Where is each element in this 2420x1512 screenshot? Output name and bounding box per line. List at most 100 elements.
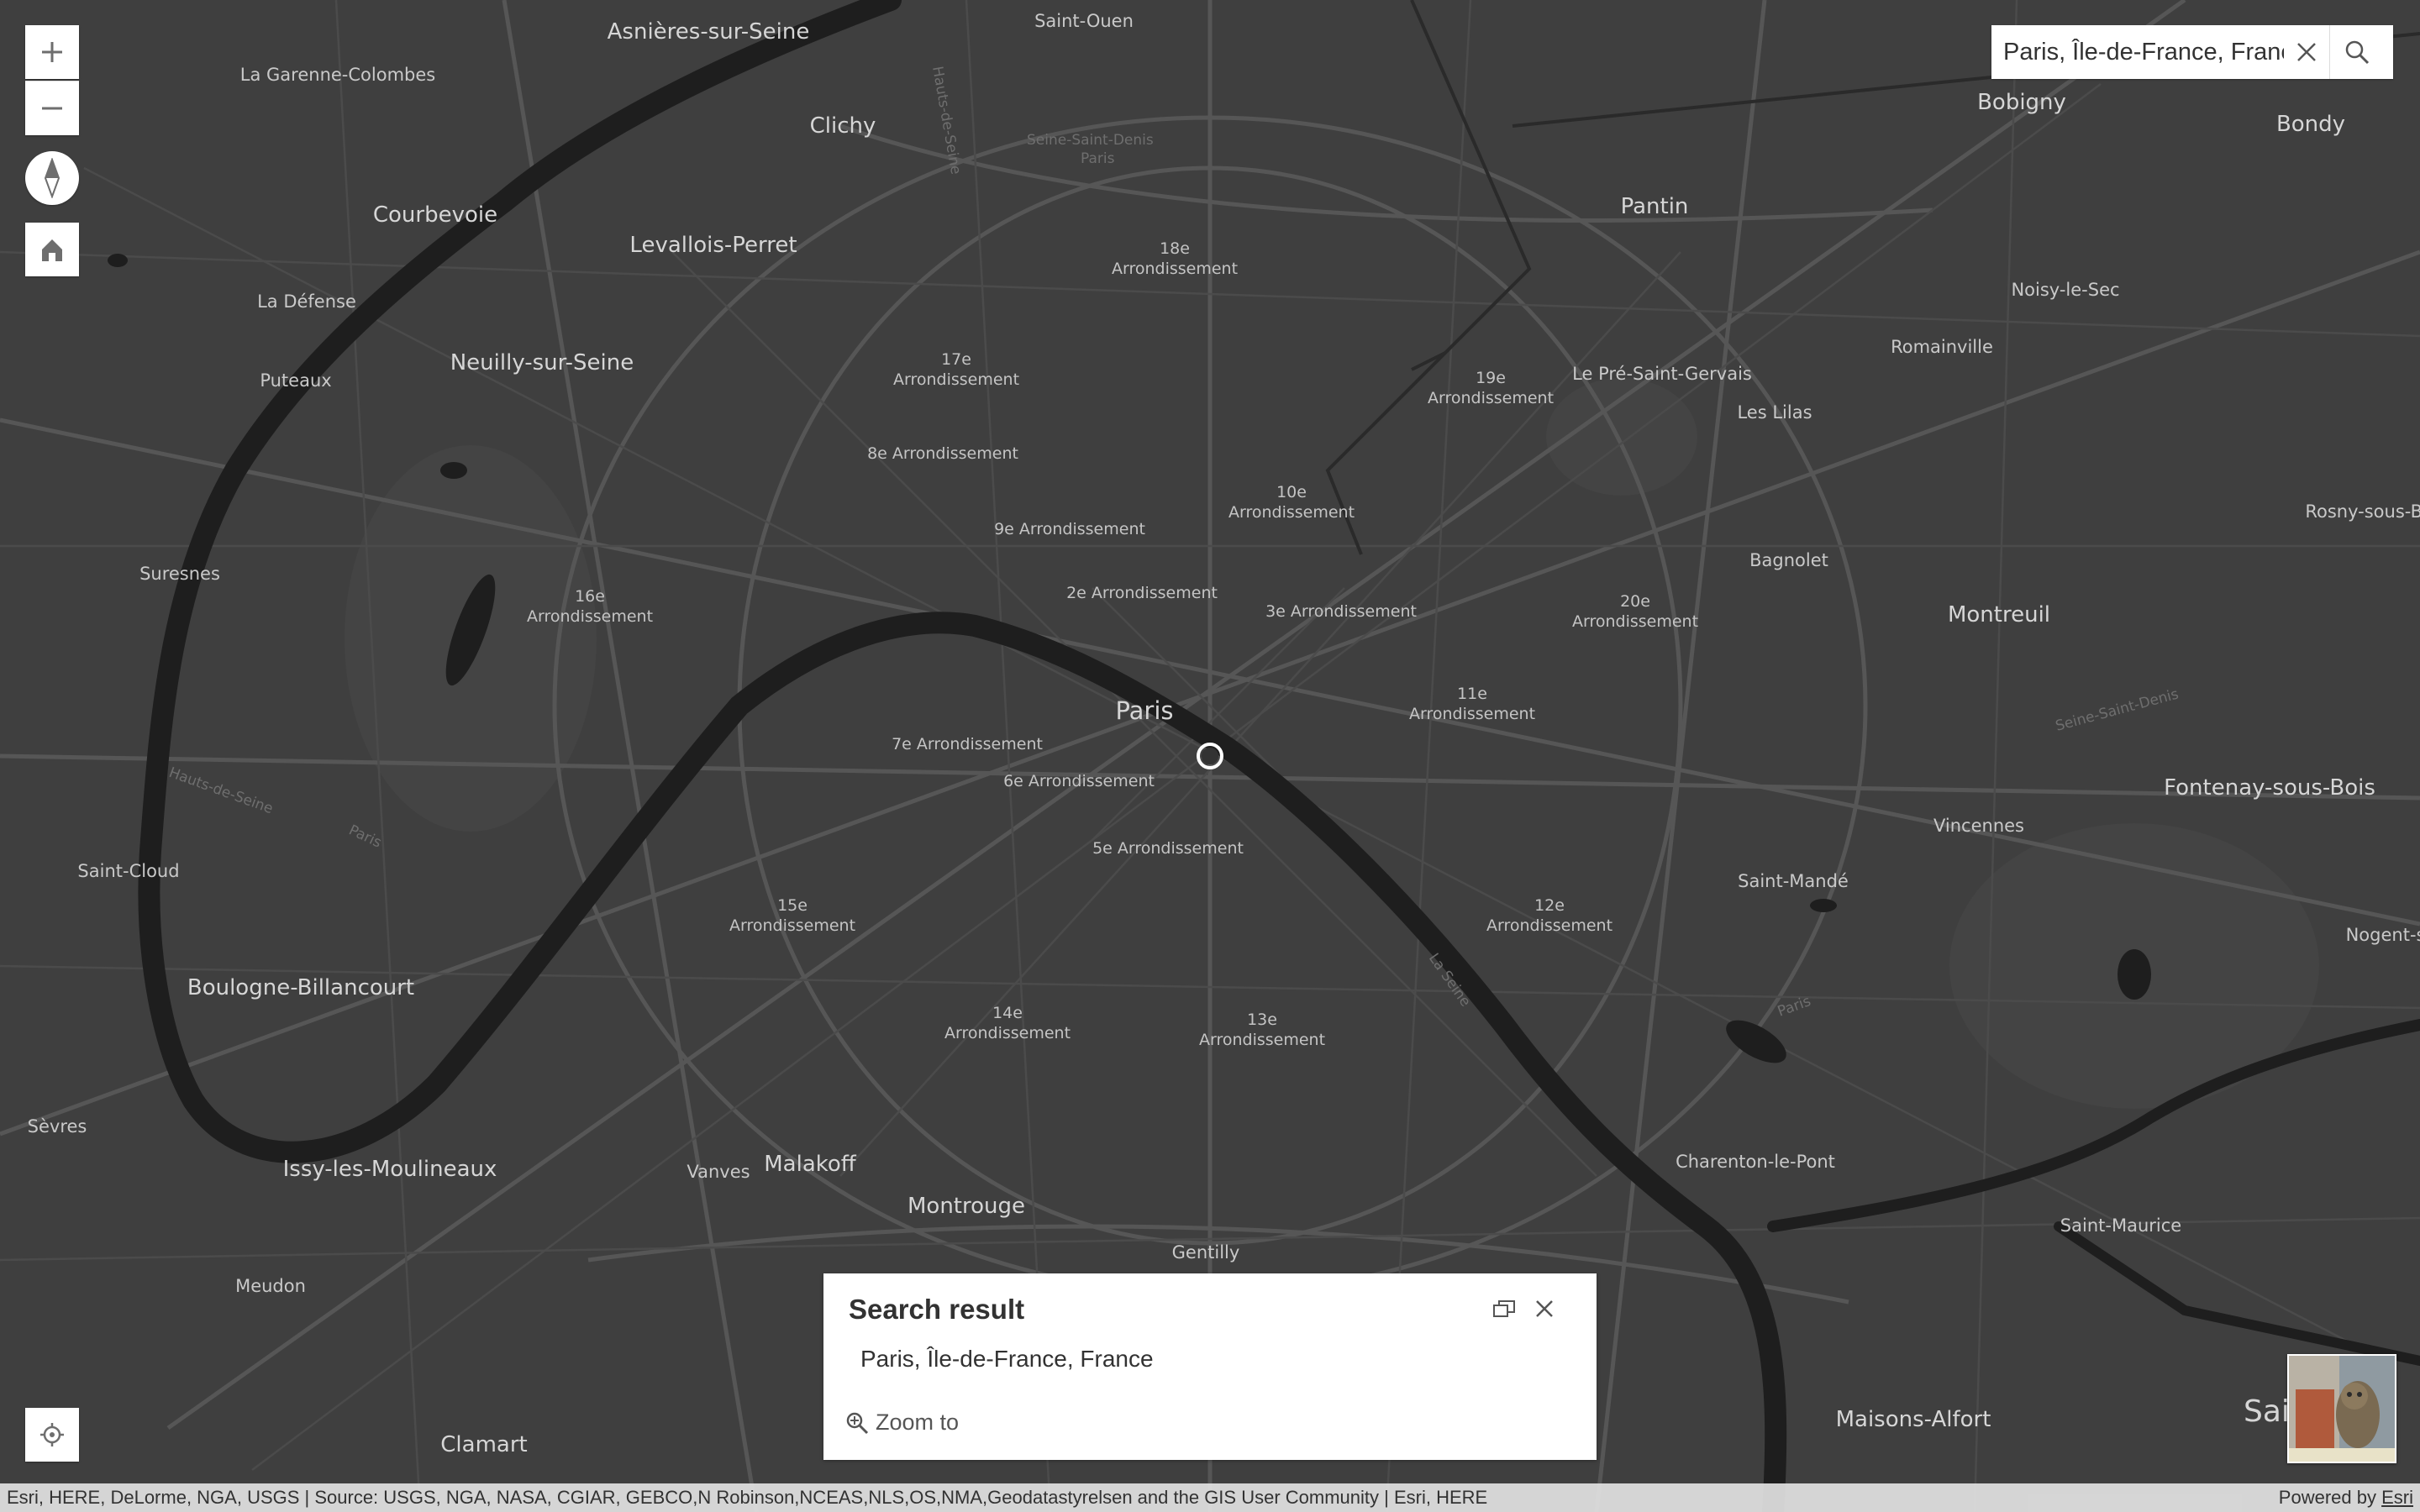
arr-label: Arrondissement [944, 1024, 1071, 1042]
arr-label: Arrondissement [1199, 1031, 1325, 1049]
place-label: Saint-Maurice [2060, 1215, 2181, 1236]
place-label: Bobigny [1977, 90, 2066, 115]
search-clear-button[interactable] [2284, 25, 2329, 79]
arr-label: 8e Arrondissement [867, 444, 1018, 463]
arr-label: 6e Arrondissement [1003, 772, 1155, 790]
arr-label: 19e [1476, 369, 1506, 387]
zoom-in-button[interactable] [25, 25, 79, 79]
arr-label: 10e [1276, 483, 1307, 501]
locate-button[interactable] [25, 1408, 79, 1462]
place-label: Vanves [687, 1162, 750, 1182]
compass-button[interactable] [25, 151, 79, 205]
place-label: Bagnolet [1749, 550, 1828, 570]
boundary-label: Seine-Saint-Denis [1027, 132, 1154, 149]
place-label: Montreuil [1948, 602, 2050, 627]
place-label: Meudon [235, 1276, 306, 1296]
arr-label: 17e [941, 350, 971, 369]
place-label: Fontenay-sous-Bois [2164, 775, 2375, 801]
arr-label: Arrondissement [729, 916, 855, 935]
place-label: Saint-Cloud [77, 861, 179, 881]
place-label: Boulogne-Billancourt [187, 975, 414, 1000]
arr-label: 15e [777, 896, 808, 915]
boundary-label: Paris [1081, 150, 1115, 167]
location-marker-dot [1202, 748, 1218, 764]
arr-label: 16e [575, 587, 605, 606]
place-label: Levallois-Perret [629, 233, 797, 258]
place-label: Charenton-le-Pont [1676, 1152, 1835, 1172]
popup-title: Search result [849, 1294, 1025, 1325]
arr-label: 2e Arrondissement [1066, 584, 1218, 602]
place-label: Issy-les-Moulineaux [283, 1157, 497, 1182]
search-widget [1991, 25, 2393, 79]
search-input[interactable] [2003, 38, 2284, 66]
arr-label: Arrondissement [1486, 916, 1612, 935]
arr-label: Arrondissement [1409, 705, 1535, 723]
zoom-out-button[interactable] [25, 81, 79, 135]
arr-label: Arrondissement [893, 370, 1019, 389]
popup-content: Paris, Île-de-France, France [860, 1346, 1154, 1372]
place-label: Rosny-sous-Bois [2305, 501, 2420, 522]
place-label: Neuilly-sur-Seine [450, 350, 634, 375]
close-icon [1536, 1300, 1553, 1317]
place-label: Bondy [2276, 112, 2345, 137]
place-label: Clichy [810, 113, 876, 139]
minus-icon [42, 107, 62, 110]
place-label: Gentilly [1172, 1242, 1240, 1263]
popup-close-button[interactable] [1526, 1290, 1563, 1327]
arr-label: Arrondissement [527, 607, 653, 626]
place-label: Asnières-sur-Seine [608, 19, 810, 45]
arr-label: 5e Arrondissement [1092, 839, 1244, 858]
home-icon [42, 239, 62, 261]
attribution-bar: Esri, HERE, DeLorme, NGA, USGS | Source:… [0, 1483, 2420, 1512]
arr-label: Arrondissement [1112, 260, 1238, 278]
basemap-thumbnail-icon [2289, 1356, 2395, 1462]
basemap-toggle-button[interactable] [2287, 1354, 2396, 1463]
popup-dock-button[interactable] [1486, 1290, 1523, 1327]
arr-label: 13e [1247, 1011, 1277, 1029]
arr-label: 14e [992, 1004, 1023, 1022]
arr-label: 12e [1534, 896, 1565, 915]
place-label: Courbevoie [373, 202, 497, 228]
arr-label: Arrondissement [1572, 612, 1698, 631]
place-label: La Garenne-Colombes [240, 65, 435, 85]
attribution-text: Esri, HERE, DeLorme, NGA, USGS | Source:… [7, 1487, 1488, 1508]
place-label: Saint-Mandé [1738, 871, 1849, 891]
place-label: Romainville [1891, 337, 1993, 357]
place-label: La Défense [257, 291, 356, 312]
search-result-popup: Search result Paris, Île-de-France, Fran… [823, 1273, 1597, 1460]
place-label: Nogent-sur [2346, 925, 2420, 945]
place-label: Maisons-Alfort [1836, 1407, 1991, 1432]
close-icon [2297, 43, 2316, 61]
arr-label: 7e Arrondissement [892, 735, 1043, 753]
arr-label: 9e Arrondissement [994, 520, 1145, 538]
place-label: Les Lilas [1737, 402, 1812, 423]
arr-label: Arrondissement [1228, 503, 1355, 522]
zoom-in-magnifier-icon [846, 1412, 869, 1434]
compass-icon [44, 158, 60, 198]
plus-icon [42, 42, 62, 62]
arr-label: 3e Arrondissement [1265, 602, 1417, 621]
locate-icon [40, 1423, 64, 1446]
place-label: Vincennes [1933, 816, 2024, 836]
esri-link[interactable]: Esri [2381, 1487, 2413, 1508]
powered-by-label: Powered by [2278, 1487, 2376, 1508]
place-label: Saint-Ouen [1034, 11, 1134, 31]
place-label: Le Pré-Saint-Gervais [1572, 364, 1752, 384]
place-label: Noisy-le-Sec [2011, 280, 2119, 300]
place-label: Paris [1115, 696, 1173, 725]
home-button[interactable] [25, 223, 79, 276]
search-submit-button[interactable] [2329, 25, 2384, 79]
place-label: Pantin [1621, 194, 1689, 219]
place-label: Suresnes [139, 564, 220, 584]
popup-zoom-to-button[interactable]: Zoom to [845, 1410, 959, 1436]
powered-by: Powered by Esri [2279, 1487, 2420, 1509]
place-label: Puteaux [260, 370, 331, 391]
arr-label: 11e [1457, 685, 1487, 703]
place-label: Sèvres [28, 1116, 87, 1137]
place-label: Malakoff [764, 1152, 857, 1177]
dock-icon [1493, 1300, 1515, 1317]
search-icon [2345, 40, 2370, 65]
arr-label: 20e [1620, 592, 1650, 611]
place-label: Clamart [440, 1432, 527, 1457]
arr-label: Arrondissement [1428, 389, 1554, 407]
